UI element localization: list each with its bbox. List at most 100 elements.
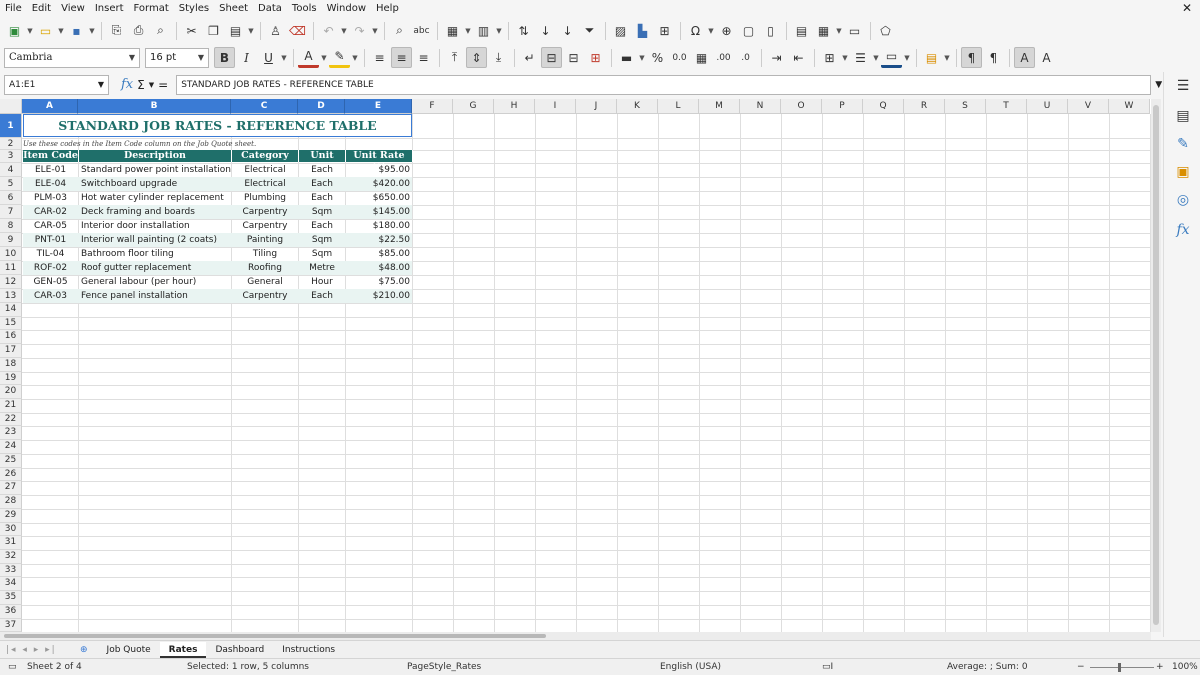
menu-styles[interactable]: Styles xyxy=(174,0,214,17)
align-bottom-icon[interactable]: ⤓ xyxy=(488,47,509,68)
function-wizard-icon[interactable]: fx xyxy=(121,77,133,92)
new-document-icon[interactable]: ▣ xyxy=(4,20,25,41)
undo-icon[interactable]: ↶ xyxy=(318,20,339,41)
chevron-down-icon[interactable]: ▼ xyxy=(198,53,204,62)
new-dropdown-icon[interactable]: ▼ xyxy=(26,20,34,41)
column-header-k[interactable]: K xyxy=(617,99,658,114)
row-header-6[interactable]: 6 xyxy=(0,191,22,205)
align-top-icon[interactable]: ⤒ xyxy=(444,47,465,68)
column-header-b[interactable]: B xyxy=(78,99,231,114)
column-header-i[interactable]: I xyxy=(535,99,576,114)
functions-icon[interactable]: fx xyxy=(1173,220,1193,240)
row-header-11[interactable]: 11 xyxy=(0,261,22,275)
insert-chart-icon[interactable]: ▙ xyxy=(632,20,653,41)
formula-equals-icon[interactable]: = xyxy=(158,78,168,92)
percent-format-icon[interactable]: % xyxy=(647,47,668,68)
row-icon[interactable]: ▦ xyxy=(442,20,463,41)
table-cell[interactable]: PNT-01 xyxy=(23,233,78,247)
row-header-13[interactable]: 13 xyxy=(0,289,22,303)
tab-instructions[interactable]: Instructions xyxy=(273,642,344,658)
date-format-icon[interactable]: ▦ xyxy=(691,47,712,68)
page-style[interactable]: PageStyle_Rates xyxy=(407,662,481,672)
spreadsheet-grid[interactable]: A B C D E F G H I J K L M N O P Q R S T U V W 1 2 3 4 5 6 7 8 9 10 11 12 13… xyxy=(0,99,1161,632)
menu-sheet[interactable]: Sheet xyxy=(214,0,253,17)
column-header-c[interactable]: C xyxy=(231,99,298,114)
table-cell[interactable]: Carpentry xyxy=(232,289,298,303)
currency-dropdown-icon[interactable]: ▼ xyxy=(638,47,646,68)
highlight-color-icon[interactable]: ✎ xyxy=(329,47,350,68)
table-cell[interactable]: Interior door installation xyxy=(79,219,231,233)
table-cell[interactable]: $180.00 xyxy=(346,219,412,233)
row-header-1[interactable]: 1 xyxy=(0,114,22,138)
column-icon[interactable]: ▥ xyxy=(473,20,494,41)
table-cell[interactable]: $650.00 xyxy=(346,191,412,205)
table-cell[interactable]: Standard power point installation xyxy=(79,163,231,177)
font-color-dropdown-icon[interactable]: ▼ xyxy=(320,47,328,68)
row-header-18[interactable]: 18 xyxy=(0,357,22,372)
table-cell[interactable]: CAR-02 xyxy=(23,205,78,219)
align-left-icon[interactable]: ≡ xyxy=(369,47,390,68)
table-cell[interactable]: Switchboard upgrade xyxy=(79,177,231,191)
print-icon[interactable]: ⎙ xyxy=(128,20,149,41)
formula-input[interactable]: STANDARD JOB RATES - REFERENCE TABLE xyxy=(176,74,1152,95)
column-header-n[interactable]: N xyxy=(740,99,781,114)
menu-insert[interactable]: Insert xyxy=(90,0,129,17)
sort-icon[interactable]: ⇅ xyxy=(513,20,534,41)
open-dropdown-icon[interactable]: ▼ xyxy=(57,20,65,41)
row-header-7[interactable]: 7 xyxy=(0,205,22,219)
currency-format-icon[interactable]: ▬ xyxy=(616,47,637,68)
table-header-cell[interactable]: Category xyxy=(232,150,299,162)
left-to-right-icon[interactable]: ¶ xyxy=(961,47,982,68)
row-header-5[interactable]: 5 xyxy=(0,177,22,191)
table-cell[interactable]: Bathroom floor tiling xyxy=(79,247,231,261)
column-header-e[interactable]: E xyxy=(345,99,412,114)
autofilter-icon[interactable]: ⏷ xyxy=(579,20,600,41)
center-vertically-icon[interactable]: ⇕ xyxy=(466,47,487,68)
scrollbar-thumb[interactable] xyxy=(1153,105,1159,625)
table-cell[interactable]: Carpentry xyxy=(232,219,298,233)
column-header-w[interactable]: W xyxy=(1109,99,1150,114)
row-header-37[interactable]: 37 xyxy=(0,618,22,632)
highlight-dropdown-icon[interactable]: ▼ xyxy=(351,47,359,68)
table-cell[interactable]: Electrical xyxy=(232,163,298,177)
column-header-v[interactable]: V xyxy=(1068,99,1109,114)
column-header-u[interactable]: U xyxy=(1027,99,1068,114)
table-cell[interactable]: Painting xyxy=(232,233,298,247)
column-header-r[interactable]: R xyxy=(904,99,945,114)
special-character-icon[interactable]: Ω xyxy=(685,20,706,41)
column-header-d[interactable]: D xyxy=(298,99,345,114)
table-cell[interactable]: Carpentry xyxy=(232,205,298,219)
merge-cells-icon[interactable]: ⊟ xyxy=(563,47,584,68)
zoom-level[interactable]: 100% xyxy=(1172,662,1198,672)
sum-status[interactable]: Average: ; Sum: 0 xyxy=(947,662,1028,672)
row-header-12[interactable]: 12 xyxy=(0,275,22,289)
table-cell[interactable]: $420.00 xyxy=(346,177,412,191)
row-header-15[interactable]: 15 xyxy=(0,316,22,331)
column-header-a[interactable]: A xyxy=(22,99,78,114)
unmerge-cells-icon[interactable]: ⊞ xyxy=(585,47,606,68)
tab-dashboard[interactable]: Dashboard xyxy=(206,642,273,658)
table-cell[interactable]: Each xyxy=(299,219,345,233)
table-cell[interactable]: $95.00 xyxy=(346,163,412,177)
row-header-26[interactable]: 26 xyxy=(0,467,22,482)
zoom-out-icon[interactable]: − xyxy=(1077,662,1085,672)
table-header-cell[interactable]: Description xyxy=(79,150,232,162)
row-header-8[interactable]: 8 xyxy=(0,219,22,233)
underline-dropdown-icon[interactable]: ▼ xyxy=(280,47,288,68)
border-color-icon[interactable]: ▭ xyxy=(881,47,902,68)
show-draw-functions-icon[interactable]: ⬠ xyxy=(875,20,896,41)
align-center-icon[interactable]: ≡ xyxy=(391,47,412,68)
table-cell[interactable]: Hot water cylinder replacement xyxy=(79,191,231,205)
table-header-cell[interactable]: Unit xyxy=(299,150,346,162)
select-all-corner[interactable] xyxy=(0,99,22,114)
row-header-31[interactable]: 31 xyxy=(0,536,22,550)
split-window-icon[interactable]: ▭ xyxy=(844,20,865,41)
table-cell[interactable]: General labour (per hour) xyxy=(79,275,231,289)
table-cell[interactable]: ELE-04 xyxy=(23,177,78,191)
menu-help[interactable]: Help xyxy=(371,0,404,17)
row-header-4[interactable]: 4 xyxy=(0,163,22,177)
border-color-dropdown-icon[interactable]: ▼ xyxy=(903,47,911,68)
header-footer-icon[interactable]: ▯ xyxy=(760,20,781,41)
merge-center-icon[interactable]: ⊟ xyxy=(541,47,562,68)
row-header-30[interactable]: 30 xyxy=(0,522,22,537)
